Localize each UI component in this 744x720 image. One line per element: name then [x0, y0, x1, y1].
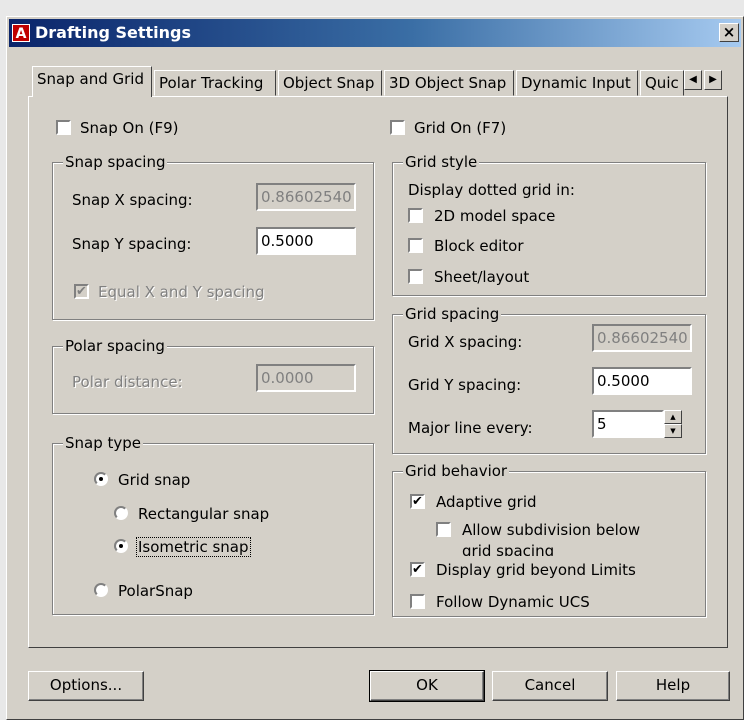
snap-spacing-title: Snap spacing — [63, 153, 168, 171]
display-beyond-limits-checkbox[interactable]: ✔ — [410, 562, 425, 577]
major-line-spinner[interactable]: ▲ ▼ — [664, 410, 682, 438]
grid-x-spacing-field[interactable]: 0.86602540 — [592, 324, 692, 352]
follow-dynamic-ucs-checkbox[interactable] — [410, 594, 425, 609]
rectangular-snap-label[interactable]: Rectangular snap — [138, 504, 269, 524]
title-bar[interactable]: A Drafting Settings × — [9, 19, 741, 47]
snap-x-spacing-field[interactable]: 0.86602540 — [256, 183, 356, 211]
cancel-button[interactable]: Cancel — [492, 671, 608, 701]
polar-distance-field[interactable]: 0.0000 — [256, 364, 356, 392]
tab-object-snap[interactable]: Object Snap — [278, 70, 382, 96]
follow-dynamic-ucs-label[interactable]: Follow Dynamic UCS — [436, 592, 590, 612]
grid-spacing-title: Grid spacing — [403, 305, 502, 323]
block-editor-label[interactable]: Block editor — [434, 236, 523, 256]
isometric-snap-label[interactable]: Isometric snap — [136, 537, 251, 557]
grid-style-title: Grid style — [403, 153, 480, 171]
polarsnap-radio[interactable] — [94, 583, 108, 597]
sheet-layout-label[interactable]: Sheet/layout — [434, 267, 529, 287]
major-line-every-label: Major line every: — [408, 419, 533, 437]
grid-on-checkbox[interactable] — [390, 120, 405, 135]
tab-snap-and-grid[interactable]: Snap and Grid — [32, 66, 152, 97]
display-dotted-grid-label: Display dotted grid in: — [408, 181, 575, 199]
snap-on-label[interactable]: Snap On (F9) — [80, 118, 178, 138]
2d-model-space-label[interactable]: 2D model space — [434, 206, 555, 226]
polar-spacing-title: Polar spacing — [63, 337, 167, 355]
grid-y-spacing-field[interactable]: 0.5000 — [592, 367, 692, 395]
tab-scroll-left-icon[interactable]: ◀ — [684, 70, 702, 90]
2d-model-space-checkbox[interactable] — [408, 208, 423, 223]
grid-x-spacing-label: Grid X spacing: — [408, 333, 523, 351]
block-editor-checkbox[interactable] — [408, 238, 423, 253]
major-line-every-field[interactable]: 5 — [592, 410, 664, 438]
grid-behavior-title: Grid behavior — [403, 462, 510, 480]
grid-y-spacing-label: Grid Y spacing: — [408, 376, 522, 394]
tab-quick-properties[interactable]: Quic — [640, 70, 684, 96]
snap-x-spacing-label: Snap X spacing: — [72, 191, 193, 209]
tab-dynamic-input[interactable]: Dynamic Input — [516, 70, 638, 96]
display-beyond-limits-label[interactable]: Display grid beyond Limits — [436, 560, 636, 580]
spin-down-icon[interactable]: ▼ — [664, 424, 682, 438]
allow-subdivision-checkbox[interactable] — [436, 522, 451, 537]
equal-xy-spacing-checkbox[interactable]: ✔ — [74, 284, 89, 299]
spin-up-icon[interactable]: ▲ — [664, 410, 682, 424]
sheet-layout-checkbox[interactable] — [408, 269, 423, 284]
tab-scroll-right-icon[interactable]: ▶ — [704, 70, 722, 90]
polarsnap-label[interactable]: PolarSnap — [118, 581, 193, 601]
window-title: Drafting Settings — [35, 23, 191, 42]
grid-snap-label[interactable]: Grid snap — [118, 470, 190, 490]
polar-distance-label: Polar distance: — [72, 373, 183, 391]
isometric-snap-radio[interactable] — [114, 539, 128, 553]
ok-button[interactable]: OK — [369, 670, 485, 702]
equal-xy-spacing-label[interactable]: Equal X and Y spacing — [98, 282, 265, 302]
isometric-snap-text: Isometric snap — [136, 537, 251, 557]
snap-type-title: Snap type — [63, 434, 144, 452]
tab-polar-tracking[interactable]: Polar Tracking — [154, 70, 276, 96]
snap-y-spacing-label: Snap Y spacing: — [72, 235, 192, 253]
help-button[interactable]: Help — [616, 671, 730, 701]
allow-subdivision-label-line2[interactable]: grid spacing — [462, 541, 554, 556]
snap-y-spacing-field[interactable]: 0.5000 — [256, 227, 356, 255]
grid-snap-radio[interactable] — [94, 472, 108, 486]
adaptive-grid-label[interactable]: Adaptive grid — [436, 492, 537, 512]
rectangular-snap-radio[interactable] — [114, 506, 128, 520]
tab-3d-object-snap[interactable]: 3D Object Snap — [384, 70, 514, 96]
adaptive-grid-checkbox[interactable]: ✔ — [410, 494, 425, 509]
grid-on-label[interactable]: Grid On (F7) — [414, 118, 506, 138]
options-button[interactable]: Options... — [28, 671, 144, 701]
allow-subdivision-label-line1[interactable]: Allow subdivision below — [462, 520, 640, 540]
close-button[interactable]: × — [719, 23, 739, 42]
autocad-icon: A — [12, 24, 30, 42]
snap-on-checkbox[interactable] — [56, 120, 71, 135]
